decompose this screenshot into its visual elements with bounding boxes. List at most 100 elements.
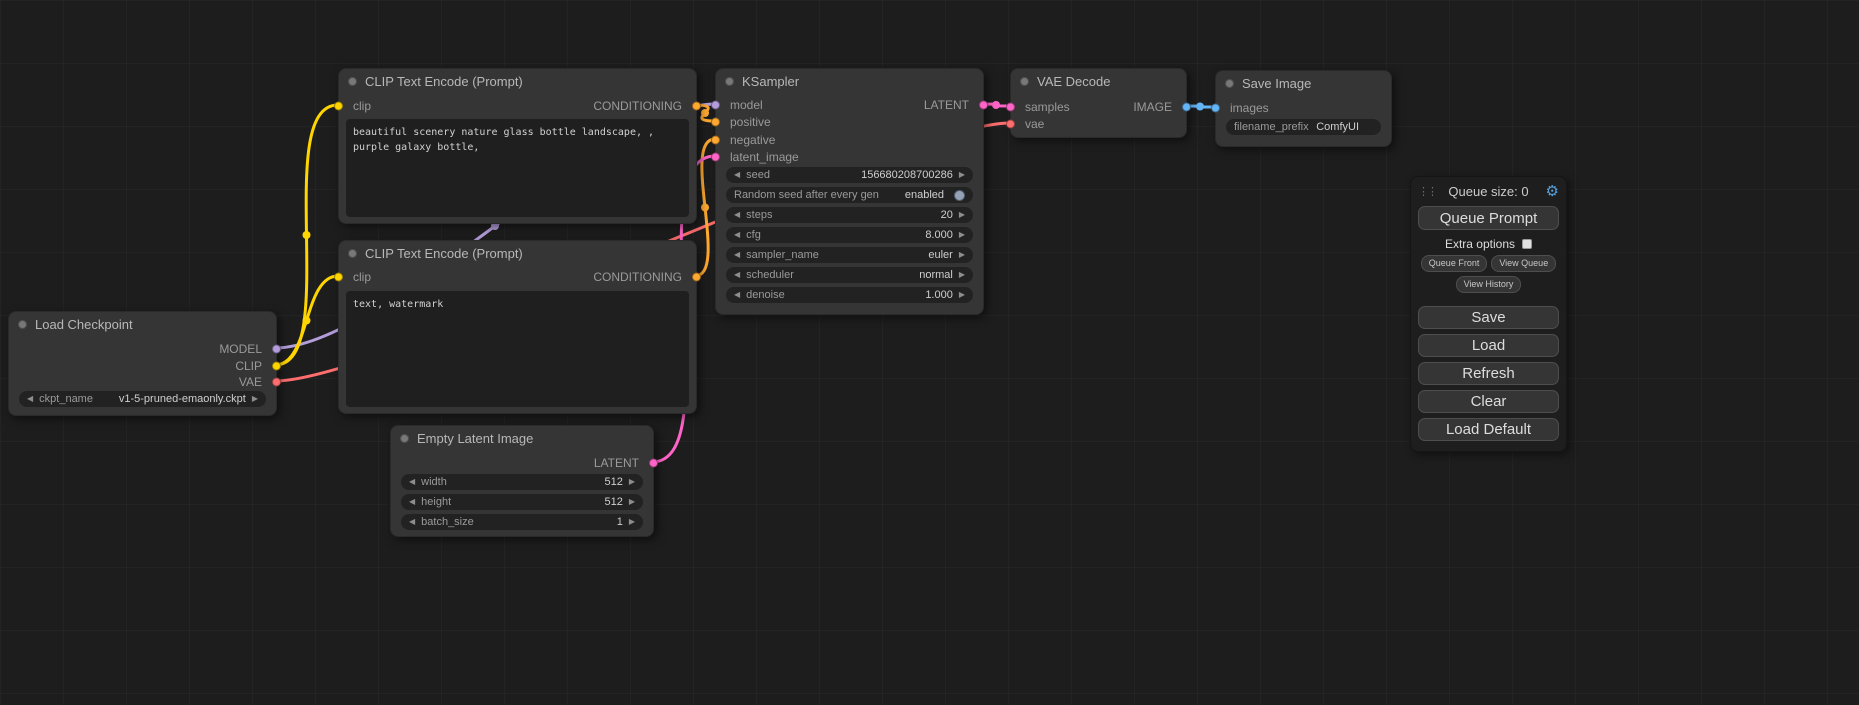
clip-input-dot[interactable] (334, 273, 343, 282)
next-arrow-icon[interactable]: ▶ (959, 271, 965, 279)
view-history-button[interactable]: View History (1456, 276, 1522, 293)
next-arrow-icon[interactable]: ▶ (959, 291, 965, 299)
denoise-widget[interactable]: ◀ denoise 1.000 ▶ (726, 287, 973, 303)
next-arrow-icon[interactable]: ▶ (629, 478, 635, 486)
prev-arrow-icon[interactable]: ◀ (409, 518, 415, 526)
node-save-image[interactable]: Save Image images filename_prefix ComfyU… (1215, 70, 1392, 147)
link-midpoint-dot[interactable] (701, 204, 709, 212)
node-header[interactable]: CLIP Text Encode (Prompt) (339, 241, 696, 265)
next-arrow-icon[interactable]: ▶ (959, 231, 965, 239)
node-load-checkpoint[interactable]: Load Checkpoint MODEL CLIP VAE ◀ ckpt_na… (8, 311, 277, 416)
latent-output-dot[interactable] (649, 459, 658, 468)
next-arrow-icon[interactable]: ▶ (252, 395, 258, 403)
next-arrow-icon[interactable]: ▶ (629, 518, 635, 526)
cfg-widget[interactable]: ◀ cfg 8.000 ▶ (726, 227, 973, 243)
link-midpoint-dot[interactable] (992, 101, 1000, 109)
model-input-dot[interactable] (711, 101, 720, 110)
positive-input-dot[interactable] (711, 118, 720, 127)
refresh-button[interactable]: Refresh (1418, 362, 1559, 385)
width-widget[interactable]: ◀ width 512 ▶ (401, 474, 643, 490)
clip-input-dot[interactable] (334, 102, 343, 111)
image-output-dot[interactable] (1182, 103, 1191, 112)
node-clip-text-encode-positive[interactable]: CLIP Text Encode (Prompt) clip CONDITION… (338, 68, 697, 224)
extra-options-checkbox[interactable] (1522, 239, 1532, 249)
collapse-dot[interactable] (18, 320, 27, 329)
positive-prompt-textarea[interactable] (346, 119, 689, 217)
collapse-dot[interactable] (1225, 79, 1234, 88)
model-output-port: MODEL (219, 341, 276, 357)
conditioning-output-dot[interactable] (692, 273, 701, 282)
link-midpoint-dot[interactable] (701, 109, 709, 117)
node-ksampler[interactable]: KSampler model positive negative latent_… (715, 68, 984, 315)
random-seed-toggle-widget[interactable]: Random seed after every gen enabled (726, 187, 973, 203)
queue-prompt-button[interactable]: Queue Prompt (1418, 206, 1559, 230)
drag-handle-icon[interactable]: ⋮⋮ (1418, 185, 1436, 198)
model-output-dot[interactable] (272, 345, 281, 354)
link-midpoint-dot[interactable] (303, 231, 311, 239)
prev-arrow-icon[interactable]: ◀ (734, 271, 740, 279)
collapse-dot[interactable] (348, 77, 357, 86)
prev-arrow-icon[interactable]: ◀ (734, 211, 740, 219)
scheduler-widget[interactable]: ◀ scheduler normal ▶ (726, 267, 973, 283)
node-graph-canvas[interactable]: { "canvas": {"background": "#1d1d1d"}, "… (0, 0, 1859, 705)
node-header[interactable]: Load Checkpoint (9, 312, 276, 336)
sampler-name-widget[interactable]: ◀ sampler_name euler ▶ (726, 247, 973, 263)
collapse-dot[interactable] (400, 434, 409, 443)
filename-prefix-widget[interactable]: filename_prefix ComfyUI (1226, 119, 1381, 135)
prev-arrow-icon[interactable]: ◀ (734, 171, 740, 179)
images-input-dot[interactable] (1211, 104, 1220, 113)
prev-arrow-icon[interactable]: ◀ (734, 231, 740, 239)
latent-output-dot[interactable] (979, 101, 988, 110)
widget-label: height (421, 496, 451, 508)
node-header[interactable]: Empty Latent Image (391, 426, 653, 450)
prev-arrow-icon[interactable]: ◀ (409, 478, 415, 486)
clip-output-dot[interactable] (272, 362, 281, 371)
link-midpoint-dot[interactable] (1196, 103, 1204, 111)
queue-front-button[interactable]: Queue Front (1421, 255, 1488, 272)
node-title: CLIP Text Encode (Prompt) (365, 74, 523, 89)
vae-input-dot[interactable] (1006, 120, 1015, 129)
next-arrow-icon[interactable]: ▶ (959, 171, 965, 179)
toggle-knob[interactable] (954, 190, 965, 201)
settings-gear-icon[interactable]: ⚙ (1541, 182, 1559, 200)
view-queue-button[interactable]: View Queue (1491, 255, 1556, 272)
negative-prompt-textarea[interactable] (346, 291, 689, 407)
load-default-button[interactable]: Load Default (1418, 418, 1559, 441)
widget-value: 512 (604, 476, 622, 488)
ckpt-name-widget[interactable]: ◀ ckpt_name v1-5-pruned-emaonly.ckpt ▶ (19, 391, 266, 407)
samples-input-dot[interactable] (1006, 103, 1015, 112)
prev-arrow-icon[interactable]: ◀ (734, 291, 740, 299)
latent-image-input-dot[interactable] (711, 153, 720, 162)
vae-output-dot[interactable] (272, 378, 281, 387)
port-label: vae (1025, 117, 1044, 131)
negative-input-dot[interactable] (711, 136, 720, 145)
prev-arrow-icon[interactable]: ◀ (409, 498, 415, 506)
node-header[interactable]: VAE Decode (1011, 69, 1186, 93)
queue-buttons-row: Queue Front View Queue (1418, 255, 1559, 272)
node-header[interactable]: CLIP Text Encode (Prompt) (339, 69, 696, 93)
node-empty-latent-image[interactable]: Empty Latent Image LATENT ◀ width 512 ▶ … (390, 425, 654, 537)
node-header[interactable]: Save Image (1216, 71, 1391, 95)
prev-arrow-icon[interactable]: ◀ (734, 251, 740, 259)
load-button[interactable]: Load (1418, 334, 1559, 357)
seed-widget[interactable]: ◀ seed 156680208700286 ▶ (726, 167, 973, 183)
link-midpoint-dot[interactable] (303, 317, 311, 325)
node-vae-decode[interactable]: VAE Decode samples vae IMAGE (1010, 68, 1187, 138)
prev-arrow-icon[interactable]: ◀ (27, 395, 33, 403)
next-arrow-icon[interactable]: ▶ (629, 498, 635, 506)
next-arrow-icon[interactable]: ▶ (959, 211, 965, 219)
steps-widget[interactable]: ◀ steps 20 ▶ (726, 207, 973, 223)
save-button[interactable]: Save (1418, 306, 1559, 329)
widget-label: seed (746, 169, 770, 181)
batch-size-widget[interactable]: ◀ batch_size 1 ▶ (401, 514, 643, 530)
collapse-dot[interactable] (725, 77, 734, 86)
clear-button[interactable]: Clear (1418, 390, 1559, 413)
port-label: MODEL (219, 342, 262, 356)
collapse-dot[interactable] (1020, 77, 1029, 86)
height-widget[interactable]: ◀ height 512 ▶ (401, 494, 643, 510)
collapse-dot[interactable] (348, 249, 357, 258)
node-header[interactable]: KSampler (716, 69, 983, 93)
conditioning-output-dot[interactable] (692, 102, 701, 111)
next-arrow-icon[interactable]: ▶ (959, 251, 965, 259)
node-clip-text-encode-negative[interactable]: CLIP Text Encode (Prompt) clip CONDITION… (338, 240, 697, 414)
